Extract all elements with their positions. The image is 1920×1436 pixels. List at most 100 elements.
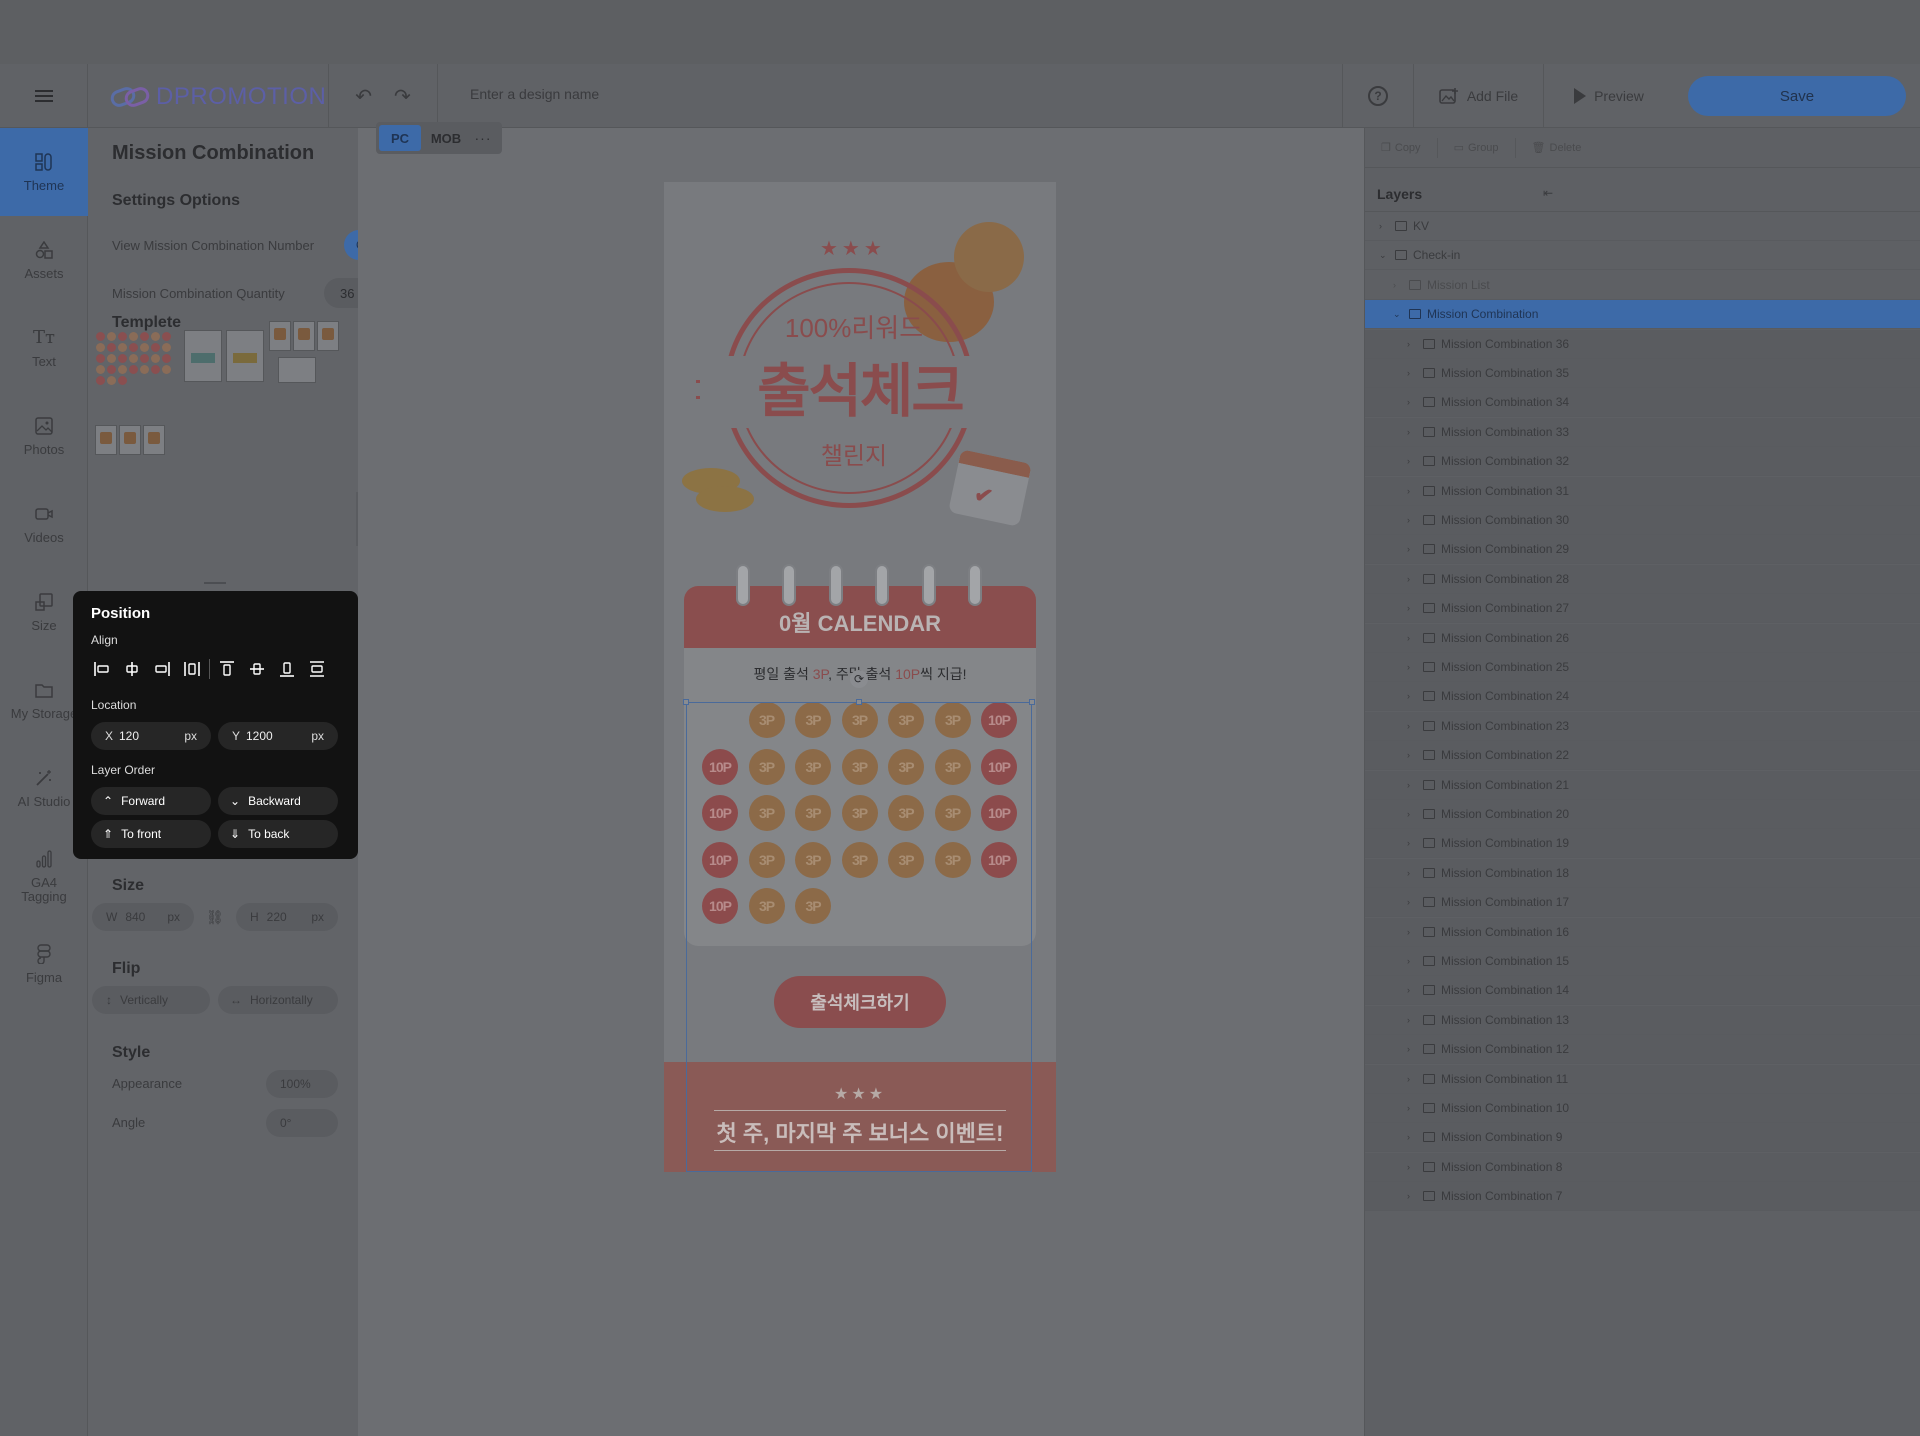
align-bottom-icon[interactable] [272,655,302,683]
template-thumb-products[interactable] [94,424,186,500]
layer-row[interactable]: › Mission Combination 25 [1365,653,1920,682]
layer-row[interactable]: › Mission Combination 28 [1365,564,1920,594]
template-thumb-mixed[interactable] [268,320,360,396]
align-right-icon[interactable] [147,655,177,683]
chevron-right-icon[interactable]: › [1407,750,1417,760]
chevron-right-icon[interactable]: › [1407,780,1417,790]
copy-button[interactable]: ❐ Copy [1365,137,1438,158]
backward-button[interactable]: ⌄ Backward [218,787,338,815]
chevron-down-icon[interactable]: ⌄ [1379,250,1389,261]
layer-row[interactable]: › Mission Combination 31 [1365,476,1920,506]
chevron-right-icon[interactable]: › [1407,427,1417,437]
layer-row[interactable]: › Mission Combination 36 [1365,329,1920,359]
layer-row[interactable]: › Mission Combination 19 [1365,829,1920,859]
flip-horizontal-button[interactable]: ↔ Horizontally [218,986,338,1014]
group-button[interactable]: ▭ Group [1438,137,1516,158]
layer-row[interactable]: › Mission Combination 17 [1365,888,1920,918]
layer-row[interactable]: › Mission Combination 27 [1365,594,1920,624]
distribute-h-icon[interactable] [177,655,207,683]
tab-mob[interactable]: MOB [425,125,467,151]
preview-button[interactable]: Preview [1544,64,1674,128]
resize-handle[interactable] [683,699,689,705]
layer-row[interactable]: › Mission Combination 30 [1365,506,1920,535]
layer-row[interactable]: › Mission Combination 22 [1365,741,1920,771]
layer-row[interactable]: › Mission Combination 8 [1365,1152,1920,1182]
chevron-right-icon[interactable]: › [1393,280,1403,290]
chevron-right-icon[interactable]: › [1407,838,1417,848]
to-back-button[interactable]: ⇓ To back [218,820,338,848]
layer-row[interactable]: › Mission Combination 15 [1365,947,1920,976]
chevron-right-icon[interactable]: › [1407,456,1417,466]
unlink-icon[interactable]: ⛓ [206,909,224,926]
layer-row[interactable]: › Mission List [1365,271,1920,300]
chevron-right-icon[interactable]: › [1407,574,1417,584]
collapse-all-icon[interactable]: ⇤ [1543,186,1553,200]
redo-icon[interactable]: ↷ [394,84,411,109]
chevron-right-icon[interactable]: › [1407,985,1417,995]
chevron-right-icon[interactable]: › [1407,927,1417,937]
chevron-right-icon[interactable]: › [1407,868,1417,878]
angle-field[interactable]: 0° [266,1109,338,1137]
chevron-right-icon[interactable]: › [1407,721,1417,731]
chevron-right-icon[interactable]: › [1407,1162,1417,1172]
chevron-right-icon[interactable]: › [1407,897,1417,907]
layer-row[interactable]: ⌄ Mission Combination [1365,300,1920,330]
chevron-right-icon[interactable]: › [1407,809,1417,819]
height-field[interactable]: H 220 px [236,903,338,931]
chevron-right-icon[interactable]: › [1407,339,1417,349]
layer-row[interactable]: › Mission Combination 20 [1365,800,1920,829]
chevron-right-icon[interactable]: › [1407,544,1417,554]
resize-handle[interactable] [856,699,862,705]
rail-item-figma[interactable]: Figma [0,920,88,1008]
menu-button[interactable] [0,64,88,128]
template-thumb-dots[interactable] [92,324,184,400]
delete-button[interactable]: 🗑 Delete [1516,138,1598,158]
selection-box[interactable] [686,702,1032,1172]
chevron-right-icon[interactable]: › [1407,1074,1417,1084]
design-name-input[interactable] [470,86,870,102]
align-center-v-icon[interactable] [242,655,272,683]
rail-item-photos[interactable]: Photos [0,392,88,480]
chevron-right-icon[interactable]: › [1407,603,1417,613]
layer-row[interactable]: › Mission Combination 13 [1365,1005,1920,1035]
layer-row[interactable]: › Mission Combination 29 [1365,535,1920,565]
chevron-right-icon[interactable]: › [1407,1015,1417,1025]
undo-icon[interactable]: ↶ [355,84,372,109]
chevron-right-icon[interactable]: › [1379,221,1389,231]
x-field[interactable]: X 120 px [91,722,211,750]
panel-grab-handle[interactable] [204,582,226,584]
layer-row[interactable]: › Mission Combination 7 [1365,1182,1920,1212]
layer-row[interactable]: › Mission Combination 12 [1365,1035,1920,1065]
more-icon[interactable]: ··· [471,130,495,146]
chevron-down-icon[interactable]: ⌄ [1393,309,1403,320]
layer-row[interactable]: › Mission Combination 24 [1365,682,1920,712]
save-button[interactable]: Save [1688,76,1906,116]
align-top-icon[interactable] [212,655,242,683]
rail-item-theme[interactable]: Theme [0,128,88,216]
layer-row[interactable]: › Mission Combination 18 [1365,858,1920,888]
flip-vertical-button[interactable]: ↕ Vertically [92,986,210,1014]
layer-row[interactable]: › Mission Combination 21 [1365,770,1920,800]
layer-row[interactable]: › Mission Combination 9 [1365,1123,1920,1153]
layer-row[interactable]: › Mission Combination 33 [1365,417,1920,447]
layer-row[interactable]: › Mission Combination 23 [1365,711,1920,741]
template-thumb-cards[interactable] [182,328,274,404]
chevron-right-icon[interactable]: › [1407,1191,1417,1201]
tab-pc[interactable]: PC [379,125,421,151]
chevron-right-icon[interactable]: › [1407,515,1417,525]
align-left-icon[interactable] [87,655,117,683]
layer-row[interactable]: › KV [1365,212,1920,241]
chevron-right-icon[interactable]: › [1407,1044,1417,1054]
rail-item-text[interactable]: Tт Text [0,304,88,392]
rotate-icon[interactable]: ⟳ [850,670,868,688]
align-center-h-icon[interactable] [117,655,147,683]
layer-row[interactable]: › Mission Combination 34 [1365,388,1920,418]
y-field[interactable]: Y 1200 px [218,722,338,750]
chevron-right-icon[interactable]: › [1407,1132,1417,1142]
chevron-right-icon[interactable]: › [1407,368,1417,378]
layer-row[interactable]: › Mission Combination 11 [1365,1064,1920,1094]
width-field[interactable]: W 840 px [92,903,194,931]
forward-button[interactable]: ⌃ Forward [91,787,211,815]
chevron-right-icon[interactable]: › [1407,486,1417,496]
help-button[interactable]: ? [1342,64,1414,128]
